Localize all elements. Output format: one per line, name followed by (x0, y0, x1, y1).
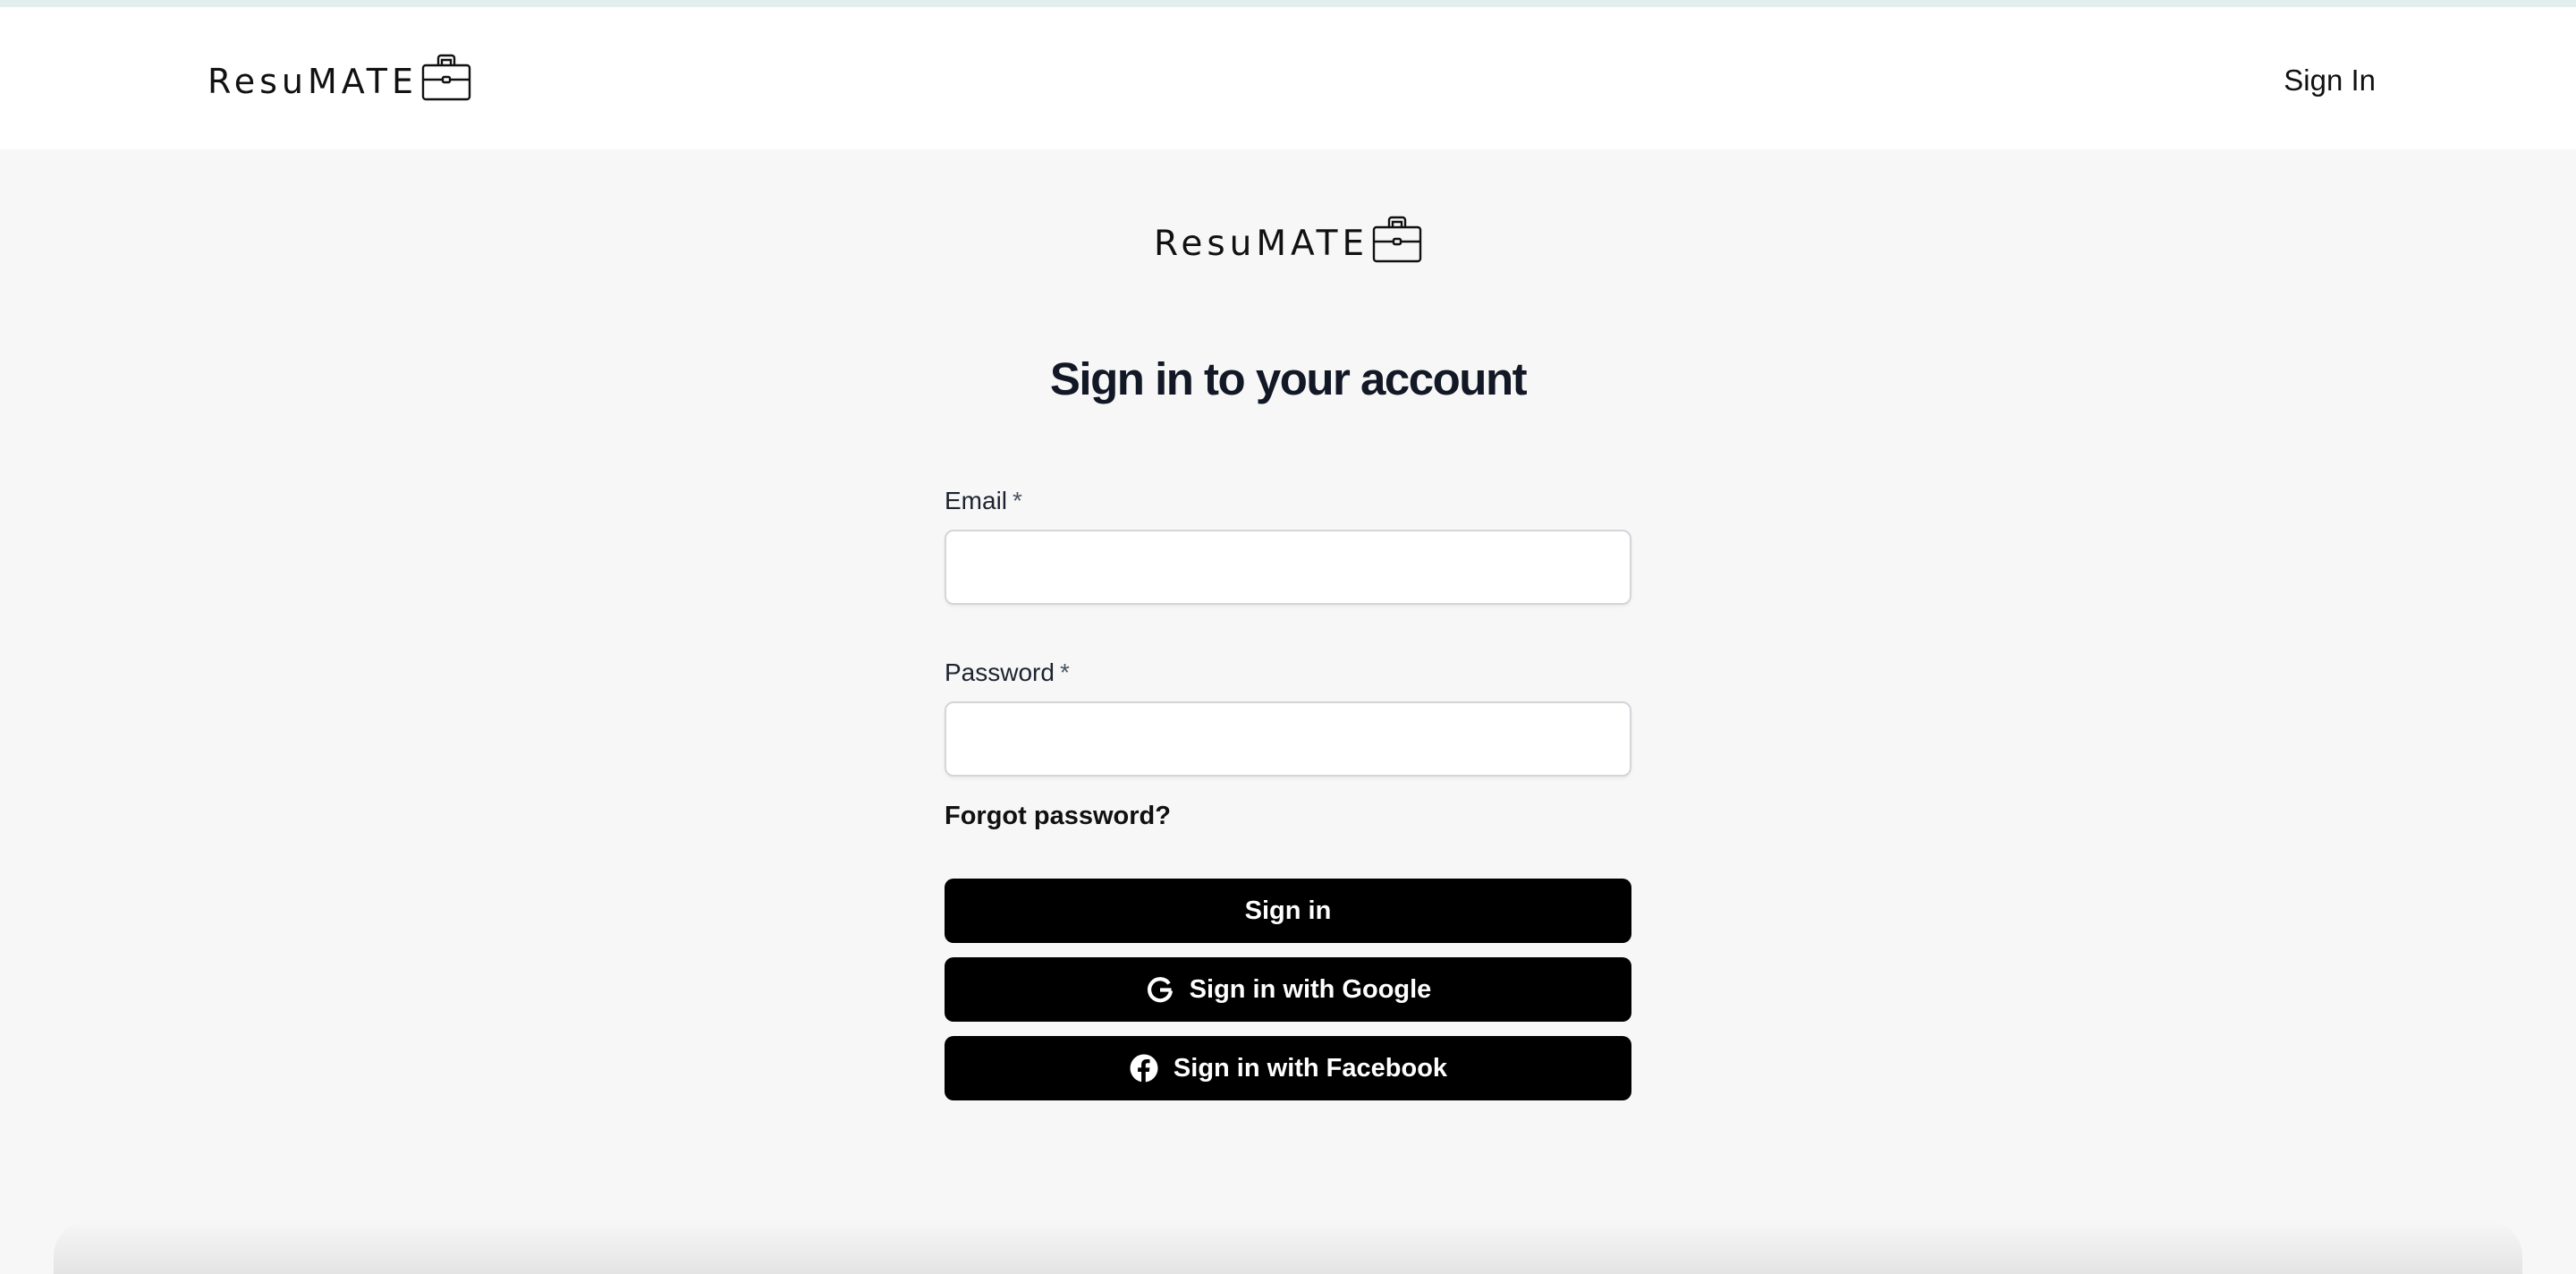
facebook-button-label: Sign in with Facebook (1173, 1053, 1448, 1083)
password-field[interactable] (945, 701, 1631, 777)
briefcase-icon (1372, 216, 1422, 263)
sign-in-form: Email * Password * Forgot password? Sign i… (945, 483, 1631, 1100)
facebook-sign-in-button[interactable]: Sign in with Facebook (945, 1036, 1631, 1100)
password-label: Password * (945, 655, 1631, 691)
briefcase-icon (421, 54, 471, 101)
google-button-label: Sign in with Google (1189, 974, 1432, 1004)
email-field[interactable] (945, 530, 1631, 605)
bottom-shadow (54, 1220, 2522, 1274)
sign-in-button[interactable]: Sign in (945, 879, 1631, 943)
email-label-text: Email (945, 487, 1008, 514)
site-header: ResuMATE Sign In (0, 7, 2576, 149)
email-required-marker: * (1013, 487, 1022, 514)
google-icon (1145, 974, 1175, 1005)
sign-in-button-label: Sign in (1244, 896, 1332, 925)
forgot-password-link[interactable]: Forgot password? (945, 798, 1171, 834)
header-logo-text: ResuMATE (208, 62, 419, 101)
main-logo-text: ResuMATE (1154, 223, 1369, 264)
google-sign-in-button[interactable]: Sign in with Google (945, 957, 1631, 1022)
facebook-icon (1129, 1053, 1159, 1083)
top-border (0, 0, 2576, 7)
main-logo: ResuMATE (1154, 211, 1424, 276)
password-required-marker: * (1059, 658, 1070, 686)
header-logo[interactable]: ResuMATE (208, 50, 473, 113)
page-title: Sign in to your account (1049, 353, 1528, 404)
header-sign-in-link[interactable]: Sign In (2284, 63, 2376, 98)
password-label-text: Password (945, 658, 1055, 686)
page: ResuMATE Sign In ResuMATE Sign in to you… (0, 0, 2576, 1274)
email-label: Email * (945, 483, 1631, 519)
